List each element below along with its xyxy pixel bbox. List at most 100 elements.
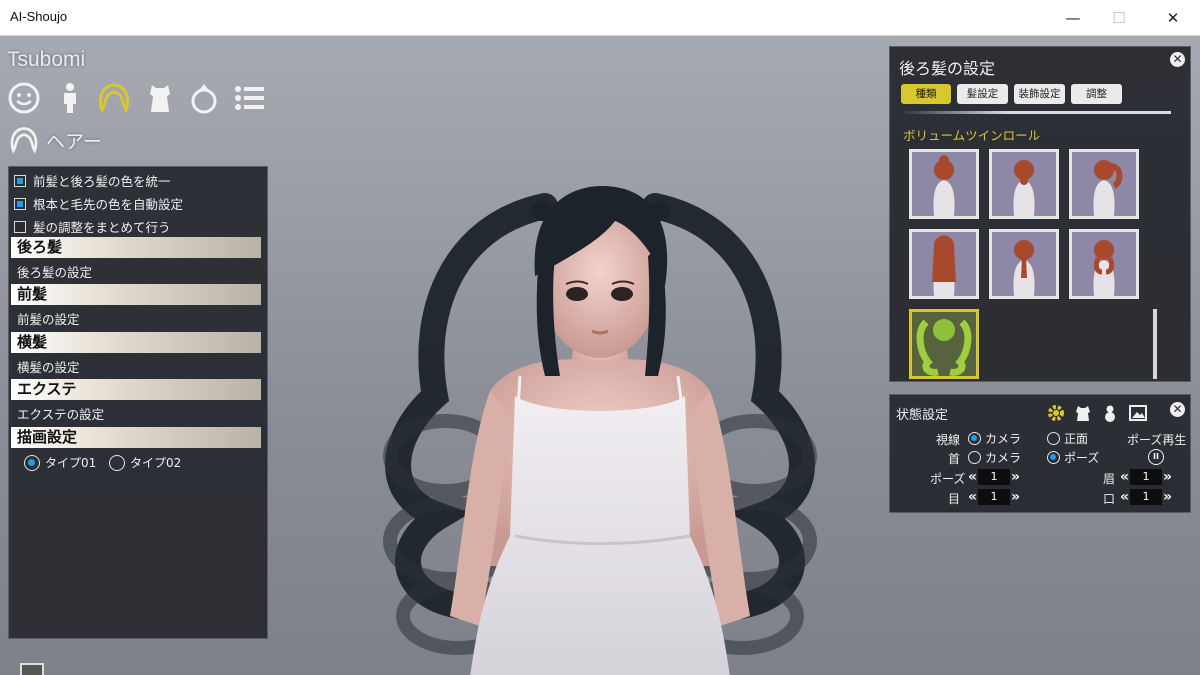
pose-play-pause-button[interactable]: II <box>1148 449 1164 465</box>
clothes-icon[interactable] <box>142 80 178 116</box>
render-type-02-radio[interactable]: タイプ02 <box>109 454 181 471</box>
radio-label: 正面 <box>1064 432 1089 446</box>
radio-indicator[interactable] <box>1047 432 1060 445</box>
close-button[interactable]: ✕ <box>1150 0 1196 36</box>
gaze-label: 視線 <box>936 433 961 447</box>
render-type-01-radio[interactable]: タイプ01 <box>24 454 96 471</box>
chevron-right-icon[interactable]: » <box>1163 490 1172 504</box>
chevron-left-icon[interactable]: « <box>1120 470 1129 484</box>
hairstyle-thumb-5[interactable] <box>989 229 1059 299</box>
minimize-button[interactable]: — <box>1050 0 1096 36</box>
radio-label: タイプ02 <box>130 456 182 470</box>
section-extensions: エクステ <box>11 379 261 400</box>
state-settings-panel: 状態設定 ✕ 視線 カメラ 正面 ポーズ再生 首 カメラ ポーズ II ポーズ … <box>889 394 1191 513</box>
front-hair-settings-item[interactable]: 前髪の設定 <box>17 309 80 328</box>
checkbox[interactable] <box>14 220 26 233</box>
maximize-button[interactable]: ☐ <box>1096 0 1142 36</box>
section-front-hair: 前髪 <box>11 284 261 305</box>
eye-value: 1 <box>978 489 1011 505</box>
body-icon[interactable] <box>52 80 88 116</box>
list-icon[interactable] <box>232 80 268 116</box>
section-back-hair: 後ろ髪 <box>11 237 261 258</box>
tab-decoration-settings[interactable]: 装飾設定 <box>1014 84 1065 104</box>
close-panel-button[interactable]: ✕ <box>1170 52 1185 67</box>
pose-play-label: ポーズ再生 <box>1127 433 1187 447</box>
hair-icon[interactable] <box>96 80 132 116</box>
neck-pose-radio[interactable]: ポーズ <box>1047 449 1099 466</box>
neck-camera-radio[interactable]: カメラ <box>968 449 1021 466</box>
panel-title: 後ろ髪の設定 <box>899 59 996 78</box>
checkbox[interactable] <box>14 174 26 187</box>
checkbox[interactable] <box>14 197 26 210</box>
pose-value: 1 <box>978 469 1011 485</box>
radio-label: カメラ <box>985 451 1022 465</box>
radio-indicator[interactable] <box>109 454 125 471</box>
tab-type[interactable]: 種類 <box>901 84 951 104</box>
snowman-icon[interactable] <box>1100 403 1120 423</box>
title-bar: AI-Shoujo — ☐ ✕ <box>0 0 1200 36</box>
back-hair-settings-item[interactable]: 後ろ髪の設定 <box>17 262 92 281</box>
gaze-front-radio[interactable]: 正面 <box>1047 430 1088 447</box>
picture-icon[interactable] <box>1128 403 1148 423</box>
eye-stepper[interactable]: « 1 » <box>968 489 1020 505</box>
chevron-right-icon[interactable]: » <box>1011 470 1020 484</box>
mouth-value: 1 <box>1130 489 1163 505</box>
tab-hair-settings[interactable]: 髪設定 <box>957 84 1008 104</box>
tab-adjust[interactable]: 調整 <box>1071 84 1122 104</box>
eyebrow-stepper-label: 眉 <box>1103 472 1116 486</box>
eyebrow-stepper[interactable]: « 1 » <box>1120 469 1172 485</box>
divider <box>899 111 1171 114</box>
screenshot-toggle-icon[interactable] <box>20 663 44 675</box>
chevron-right-icon[interactable]: » <box>1011 490 1020 504</box>
radio-label: カメラ <box>985 432 1022 446</box>
radio-indicator[interactable] <box>968 451 981 464</box>
gaze-camera-radio[interactable]: カメラ <box>968 430 1021 447</box>
option-label: 髪の調整をまとめて行う <box>33 220 171 235</box>
thumbnail-scrollbar[interactable] <box>1153 309 1157 379</box>
hair-settings-panel: 前髪と後ろ髪の色を統一 根本と毛先の色を自動設定 髪の調整をまとめて行う 後ろ髪… <box>8 166 268 639</box>
radio-label: ポーズ <box>1064 451 1100 465</box>
neck-label: 首 <box>948 452 961 466</box>
window-title: AI-Shoujo <box>10 9 68 24</box>
hairstyle-thumb-7-selected[interactable] <box>909 309 979 379</box>
close-state-panel-button[interactable]: ✕ <box>1170 402 1185 417</box>
character-model <box>383 186 817 675</box>
state-panel-title: 状態設定 <box>896 408 949 423</box>
chevron-right-icon[interactable]: » <box>1163 470 1172 484</box>
pose-stepper-label: ポーズ <box>930 472 966 486</box>
hair-icon <box>10 127 38 154</box>
character-name: Tsubomi <box>7 48 86 71</box>
option-batch-adjust[interactable]: 髪の調整をまとめて行う <box>14 217 171 236</box>
option-label: 根本と毛先の色を自動設定 <box>33 197 184 212</box>
hairstyle-thumb-2[interactable] <box>989 149 1059 219</box>
eye-stepper-label: 目 <box>948 492 961 506</box>
section-render-settings: 描画設定 <box>11 427 261 448</box>
pose-stepper[interactable]: « 1 » <box>968 469 1020 485</box>
mouth-stepper-label: 口 <box>1103 492 1116 506</box>
extensions-settings-item[interactable]: エクステの設定 <box>17 404 104 423</box>
face-icon[interactable] <box>6 80 42 116</box>
hairstyle-thumb-6[interactable] <box>1069 229 1139 299</box>
back-hair-panel: 後ろ髪の設定 ✕ 種類 髪設定 装飾設定 調整 ボリュームツインロール <box>889 46 1191 382</box>
option-unify-color[interactable]: 前髪と後ろ髪の色を統一 <box>14 171 171 190</box>
chevron-left-icon[interactable]: « <box>968 470 977 484</box>
radio-indicator[interactable] <box>1047 451 1060 464</box>
radio-indicator[interactable] <box>24 454 40 471</box>
section-side-hair: 横髪 <box>11 332 261 353</box>
side-hair-settings-item[interactable]: 横髪の設定 <box>17 357 80 376</box>
hairstyle-thumb-1[interactable] <box>909 149 979 219</box>
outfit-icon[interactable] <box>1073 403 1093 423</box>
chevron-left-icon[interactable]: « <box>1120 490 1129 504</box>
chevron-left-icon[interactable]: « <box>968 490 977 504</box>
accessory-icon[interactable] <box>186 80 222 116</box>
gear-icon[interactable] <box>1046 403 1066 423</box>
hairstyle-thumb-3[interactable] <box>1069 149 1139 219</box>
option-auto-root-tip-color[interactable]: 根本と毛先の色を自動設定 <box>14 194 183 213</box>
radio-indicator[interactable] <box>968 432 981 445</box>
hair-section-label: ヘアー <box>46 130 102 153</box>
option-label: 前髪と後ろ髪の色を統一 <box>33 174 171 189</box>
selected-style-name: ボリュームツインロール <box>903 128 1041 143</box>
mouth-stepper[interactable]: « 1 » <box>1120 489 1172 505</box>
eyebrow-value: 1 <box>1130 469 1163 485</box>
hairstyle-thumb-4[interactable] <box>909 229 979 299</box>
